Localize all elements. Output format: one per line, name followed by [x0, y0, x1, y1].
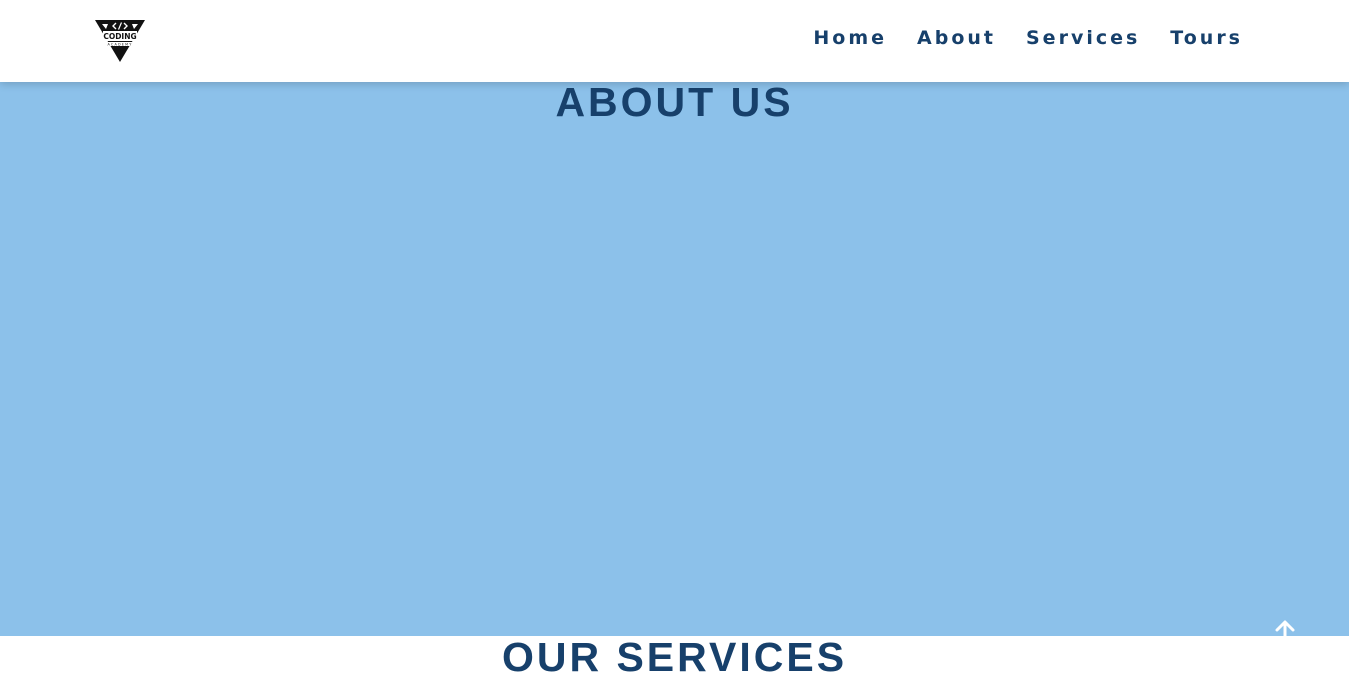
nav-about-link[interactable]: About: [917, 27, 996, 49]
about-section: ABOUT US: [0, 82, 1349, 636]
coding-logo-icon[interactable]: CODING ACADEMY: [94, 18, 146, 64]
services-section: OUR SERVICES: [0, 636, 1349, 693]
nav-services-link[interactable]: Services: [1026, 27, 1140, 49]
services-title: OUR SERVICES: [501, 634, 848, 680]
main-nav: Home About Services Tours: [813, 27, 1243, 49]
svg-text:CODING: CODING: [103, 32, 136, 41]
svg-text:ACADEMY: ACADEMY: [107, 43, 132, 47]
arrow-up-icon: [1275, 620, 1295, 642]
navbar: CODING ACADEMY Home About Services Tours: [0, 0, 1349, 82]
nav-home-link[interactable]: Home: [813, 27, 887, 49]
scroll-top-button[interactable]: [1272, 618, 1298, 644]
nav-tours-link[interactable]: Tours: [1170, 27, 1243, 49]
about-title: ABOUT US: [555, 79, 794, 125]
